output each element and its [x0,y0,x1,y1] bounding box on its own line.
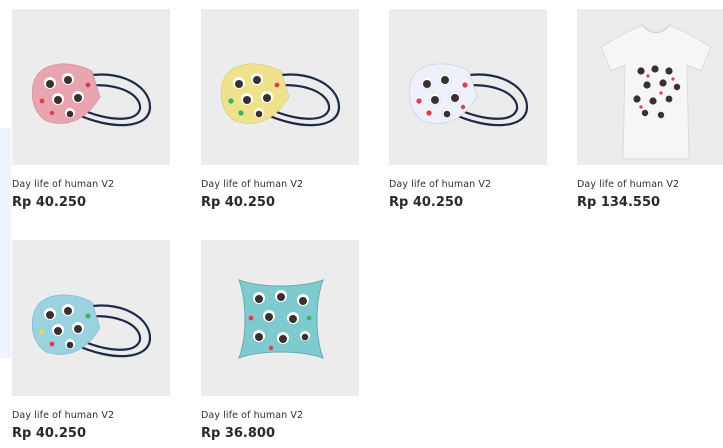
product-image[interactable] [12,9,170,165]
product-card[interactable]: Day life of human V2 Rp 40.250 [201,9,359,210]
mask-image [31,294,152,358]
product-name[interactable]: Day life of human V2 [201,179,359,190]
pillow-image [238,279,324,359]
product-name[interactable]: Day life of human V2 [389,179,547,190]
product-card[interactable]: Day life of human V2 Rp 36.800 [201,240,359,441]
product-price: Rp 40.250 [389,195,464,210]
mask-image [408,63,529,127]
product-card[interactable]: Day life of human V2 Rp 134.550 [577,9,723,210]
product-price: Rp 40.250 [12,195,87,210]
product-card[interactable]: Day life of human V2 Rp 40.250 [12,9,170,210]
product-card[interactable]: Day life of human V2 Rp 40.250 [12,240,170,441]
product-name[interactable]: Day life of human V2 [201,410,359,421]
product-price: Rp 40.250 [201,195,276,210]
product-price: Rp 36.800 [201,426,276,441]
product-image[interactable] [12,240,170,396]
product-name[interactable]: Day life of human V2 [12,179,170,190]
tshirt-image [600,24,712,160]
product-price: Rp 40.250 [12,426,87,441]
side-tint [0,128,11,358]
product-price: Rp 134.550 [577,195,661,210]
product-image[interactable] [577,9,723,165]
product-image[interactable] [389,9,547,165]
product-card[interactable]: Day life of human V2 Rp 40.250 [389,9,547,210]
product-name[interactable]: Day life of human V2 [577,179,723,190]
product-image[interactable] [201,9,359,165]
product-image[interactable] [201,240,359,396]
mask-image [31,63,152,127]
mask-image [220,63,341,127]
product-name[interactable]: Day life of human V2 [12,410,170,421]
